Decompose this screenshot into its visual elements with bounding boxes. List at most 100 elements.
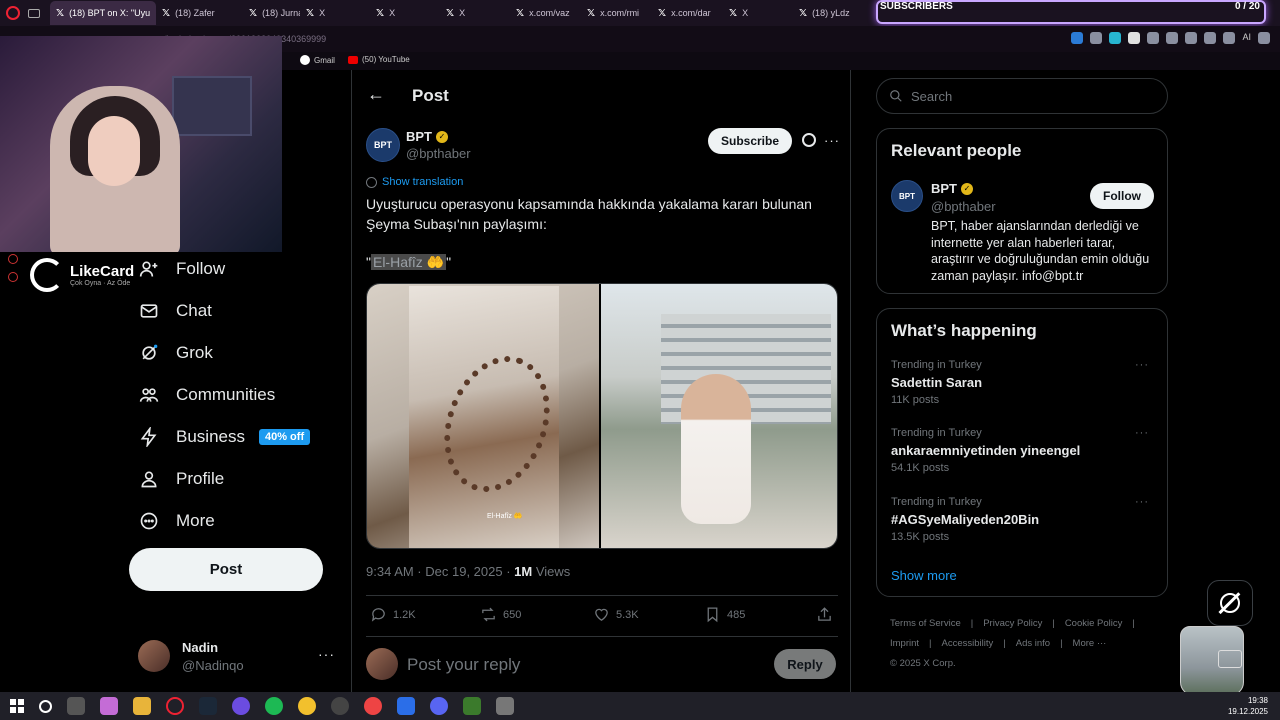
author-avatar[interactable]: BPT bbox=[891, 180, 923, 212]
account-switcher[interactable]: Nadin @Nadinqo ··· bbox=[138, 638, 338, 674]
footer-link-imprint[interactable]: Imprint bbox=[890, 638, 919, 649]
browser-tab[interactable]: 𝕏X bbox=[723, 1, 793, 25]
subscribe-button[interactable]: Subscribe bbox=[708, 128, 792, 154]
pin-icon[interactable] bbox=[1223, 32, 1236, 44]
post-time[interactable]: 9:34 AM · Dec 19, 2025 · bbox=[366, 564, 514, 579]
share-action[interactable] bbox=[816, 606, 833, 623]
globe-icon bbox=[366, 176, 377, 188]
compose-post-button[interactable]: Post bbox=[129, 548, 323, 591]
puzzle-extensions-icon[interactable] bbox=[1166, 32, 1179, 44]
post-media[interactable]: El-Hafîz 🤲 bbox=[366, 283, 838, 549]
nav-business[interactable]: Business 40% off bbox=[138, 426, 311, 448]
account-more-icon[interactable]: ··· bbox=[318, 646, 335, 662]
relevant-name[interactable]: BPT ✓ bbox=[931, 181, 973, 196]
settings-menu-icon[interactable] bbox=[1258, 32, 1270, 44]
browser-tab[interactable]: 𝕏x.com/rmi bbox=[581, 1, 652, 25]
copilot-icon[interactable] bbox=[100, 697, 118, 715]
nav-chat[interactable]: Chat bbox=[138, 300, 212, 322]
bookmark-gmail[interactable]: Gmail bbox=[300, 55, 335, 65]
file-explorer-icon[interactable] bbox=[133, 697, 151, 715]
nav-more[interactable]: More bbox=[138, 510, 215, 532]
obs-icon[interactable] bbox=[331, 697, 349, 715]
more-options-icon[interactable]: ··· bbox=[824, 133, 840, 148]
task-view-icon[interactable] bbox=[67, 697, 85, 715]
media-image-story[interactable]: El-Hafîz 🤲 bbox=[367, 284, 601, 548]
nav-profile[interactable]: Profile bbox=[138, 468, 224, 490]
browser-tab[interactable]: 𝕏x.com/dar bbox=[652, 1, 723, 25]
browser-tab[interactable]: 𝕏X bbox=[370, 1, 440, 25]
opera-gx-icon[interactable] bbox=[166, 697, 184, 715]
vpn-extension-icon[interactable] bbox=[1109, 32, 1122, 44]
reply-input[interactable] bbox=[407, 654, 767, 676]
clock-time: 19:38 bbox=[1247, 696, 1268, 705]
snapshot-icon[interactable] bbox=[1185, 32, 1198, 44]
repost-action[interactable]: 650 bbox=[480, 606, 521, 623]
footer-link-more[interactable]: More ··· bbox=[1073, 638, 1107, 649]
trend-item[interactable]: Trending in Turkey #AGSyeMaliyeden20Bin … bbox=[891, 496, 1155, 548]
more-circle-icon bbox=[138, 510, 160, 532]
author-name[interactable]: BPT ✓ bbox=[406, 129, 448, 144]
steam-icon[interactable] bbox=[199, 697, 217, 715]
bookmark-action[interactable]: 485 bbox=[704, 606, 745, 623]
browser-tab[interactable]: 𝕏X bbox=[440, 1, 510, 25]
wallet-extension-icon[interactable] bbox=[1147, 32, 1160, 44]
footer-link-terms[interactable]: Terms of Service bbox=[890, 618, 961, 629]
browser-tab[interactable]: 𝕏 (18) Zafer bbox=[156, 1, 243, 25]
grok-floating-button[interactable] bbox=[1207, 580, 1253, 626]
search-icon[interactable] bbox=[39, 699, 52, 713]
search-input[interactable] bbox=[911, 88, 1141, 104]
grok-explain-icon[interactable] bbox=[802, 133, 816, 147]
browser-tab[interactable]: 𝕏X bbox=[300, 1, 370, 25]
search-box[interactable] bbox=[876, 78, 1168, 114]
more-options-icon[interactable]: ··· bbox=[1135, 427, 1149, 439]
bookmark-youtube[interactable]: (50) YouTube bbox=[348, 55, 410, 64]
ai-button[interactable]: AI bbox=[1242, 32, 1251, 44]
relevant-handle[interactable]: @bpthaber bbox=[931, 199, 996, 214]
extension-icon[interactable] bbox=[1090, 32, 1103, 44]
minecraft-icon[interactable] bbox=[463, 697, 481, 715]
opera-logo-icon[interactable] bbox=[6, 6, 20, 20]
show-more-link[interactable]: Show more bbox=[891, 568, 957, 583]
nav-grok[interactable]: Grok bbox=[138, 342, 213, 364]
footer-link-ads-info[interactable]: Ads info bbox=[1016, 638, 1050, 649]
app-icon[interactable] bbox=[232, 697, 250, 715]
browser-icon[interactable] bbox=[364, 697, 382, 715]
nav-follow[interactable]: Follow bbox=[138, 258, 225, 280]
footer-link-privacy[interactable]: Privacy Policy bbox=[983, 618, 1042, 629]
app-icon[interactable] bbox=[496, 697, 514, 715]
windows-start-icon[interactable] bbox=[10, 699, 24, 713]
download-icon[interactable] bbox=[1204, 32, 1217, 44]
nav-communities[interactable]: Communities bbox=[138, 384, 275, 406]
browser-tab-active[interactable]: 𝕏 (18) BPT on X: "Uyu bbox=[50, 1, 156, 25]
browser-tab[interactable]: 𝕏x.com/vaz bbox=[510, 1, 581, 25]
trend-item[interactable]: Trending in Turkey Sadettin Saran 11K po… bbox=[891, 359, 1155, 411]
like-action[interactable]: 5.3K bbox=[593, 606, 639, 623]
reply-button[interactable]: Reply bbox=[774, 649, 836, 679]
back-arrow-icon[interactable]: ← bbox=[367, 84, 385, 105]
footer-link-accessibility[interactable]: Accessibility bbox=[942, 638, 994, 649]
sidebar-app-icon[interactable] bbox=[8, 254, 18, 264]
system-clock[interactable]: 19:38 19.12.2025 bbox=[1228, 695, 1268, 717]
tab-menu-icon[interactable] bbox=[28, 8, 40, 18]
media-image-photo[interactable] bbox=[601, 284, 837, 548]
browser-tab[interactable]: 𝕏 (18) yLdz bbox=[793, 1, 853, 25]
more-options-icon[interactable]: ··· bbox=[1135, 496, 1149, 508]
trend-item[interactable]: Trending in Turkey ankaraemniyetinden yi… bbox=[891, 427, 1155, 479]
browser-tab[interactable]: 𝕏 (18) Jurna bbox=[243, 1, 300, 25]
discord-icon[interactable] bbox=[430, 697, 448, 715]
person-figure bbox=[681, 374, 751, 524]
app-icon[interactable] bbox=[397, 697, 415, 715]
chrome-icon[interactable] bbox=[298, 697, 316, 715]
footer-link-cookies[interactable]: Cookie Policy bbox=[1065, 618, 1123, 629]
author-handle[interactable]: @bpthaber bbox=[406, 146, 471, 161]
author-avatar[interactable]: BPT bbox=[366, 128, 400, 162]
sidebar-settings-icon[interactable] bbox=[8, 272, 18, 282]
follow-button[interactable]: Follow bbox=[1090, 183, 1154, 209]
extension-icon[interactable] bbox=[1128, 32, 1141, 44]
more-options-icon[interactable]: ··· bbox=[1135, 359, 1149, 371]
spotify-icon[interactable] bbox=[265, 697, 283, 715]
reply-action[interactable]: 1.2K bbox=[370, 606, 416, 623]
show-translation-link[interactable]: Show translation bbox=[366, 176, 463, 188]
translate-extension-icon[interactable] bbox=[1071, 32, 1084, 44]
messages-icon[interactable] bbox=[1218, 650, 1242, 668]
